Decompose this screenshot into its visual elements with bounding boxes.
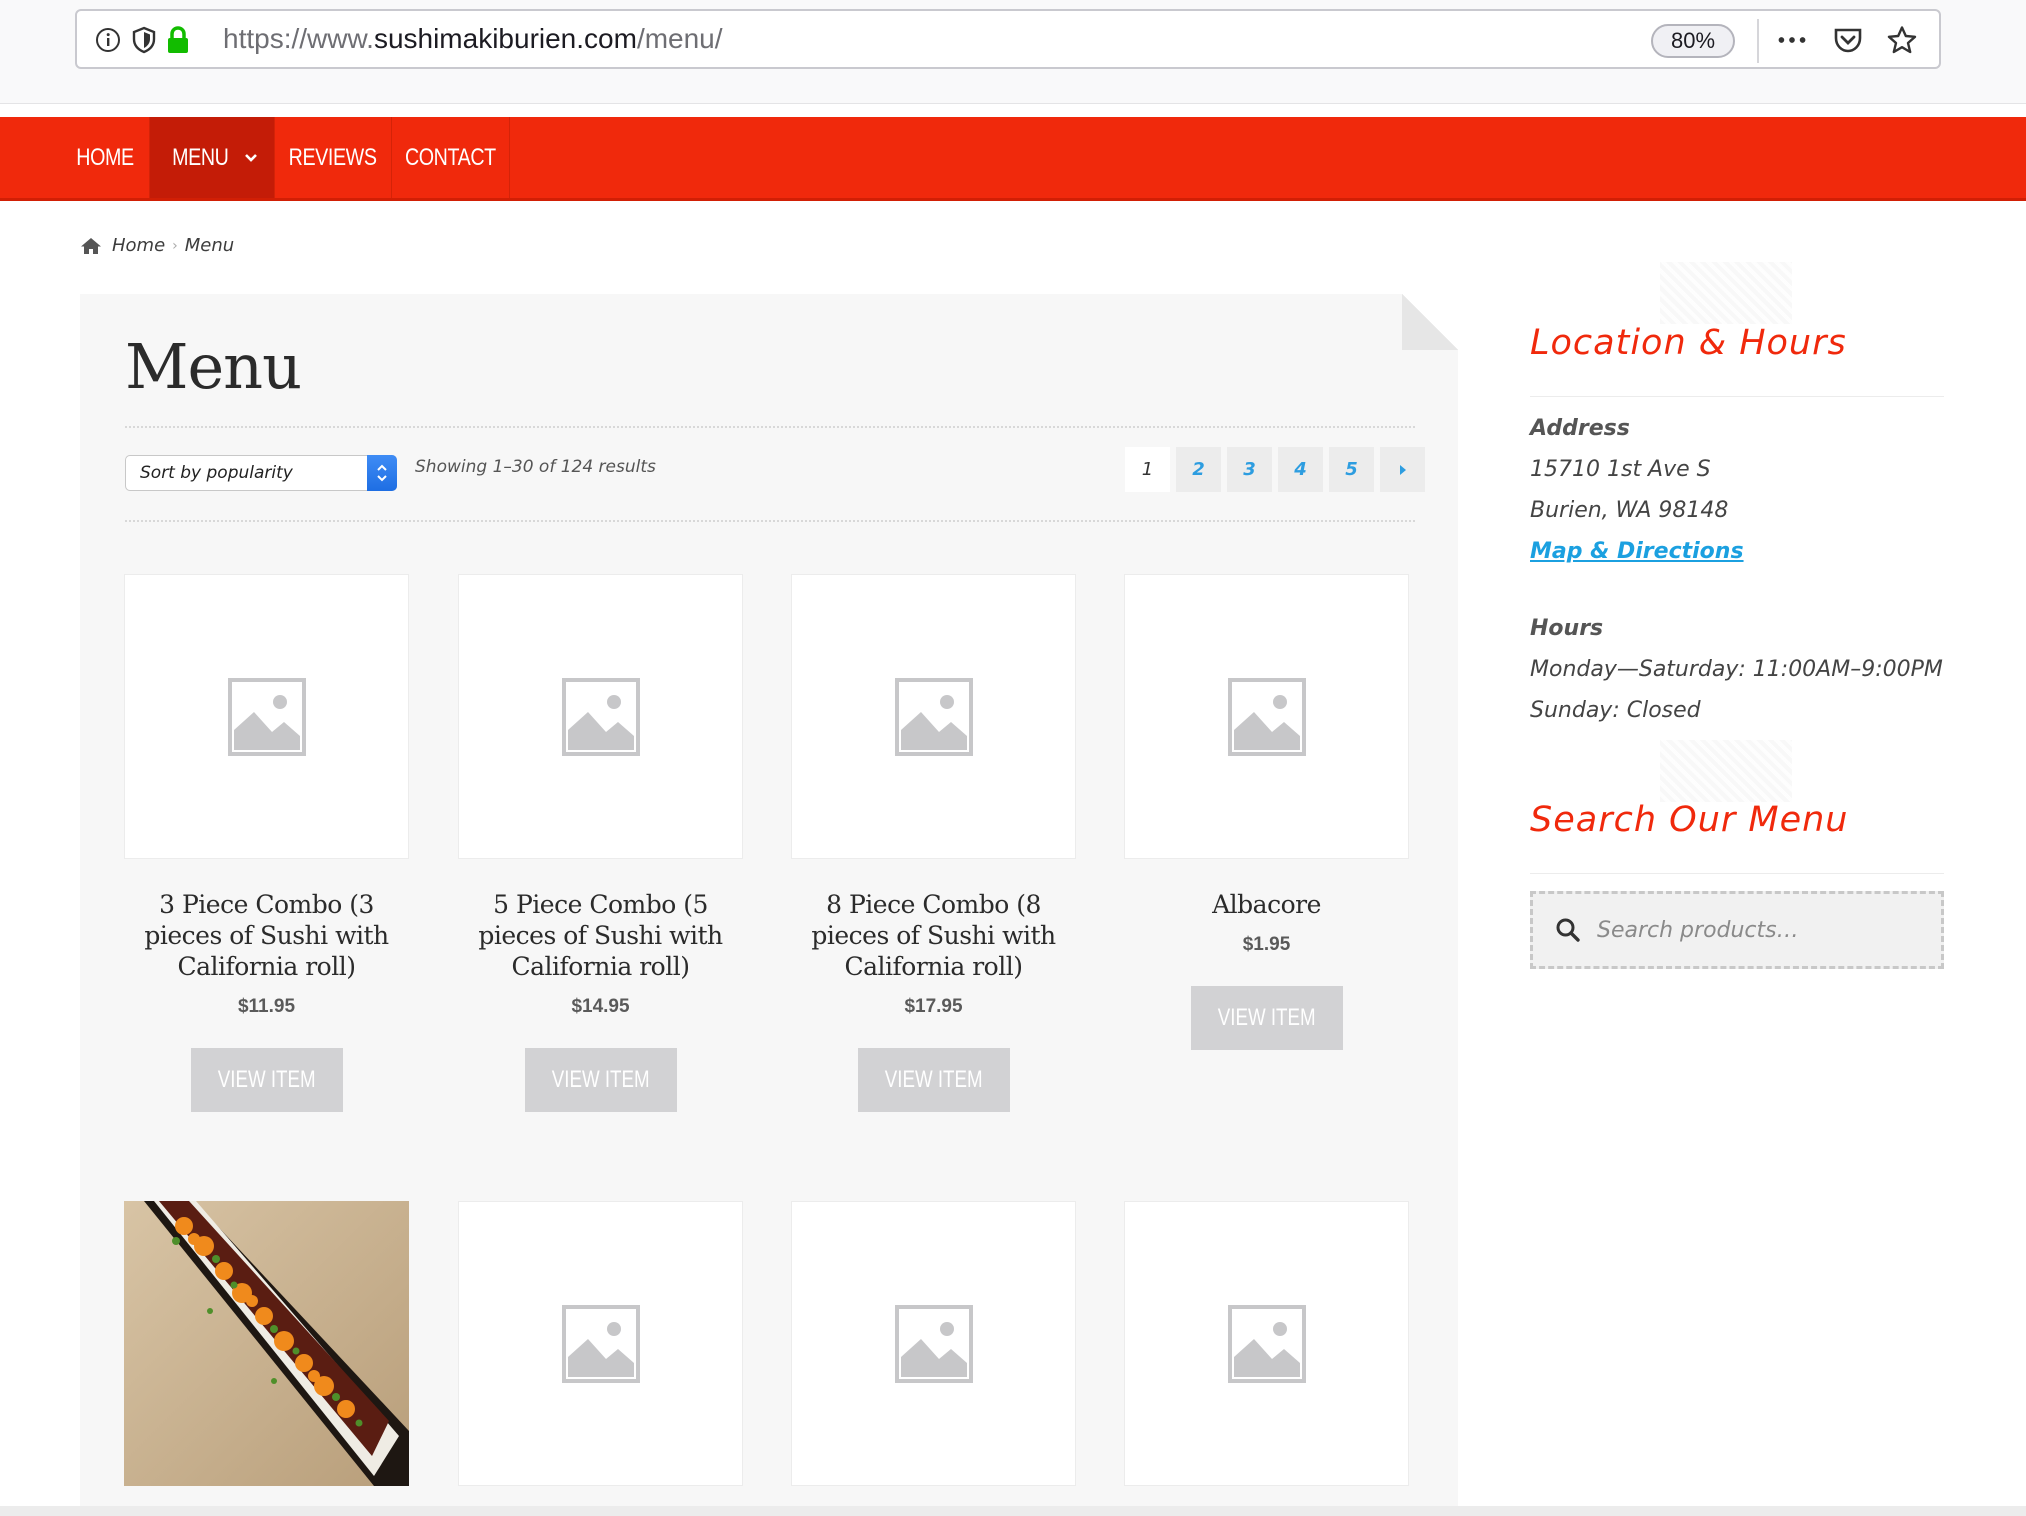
product-thumbnail[interactable] xyxy=(1124,574,1409,859)
search-input[interactable] xyxy=(1597,917,1917,943)
product-thumbnail[interactable] xyxy=(124,574,409,859)
product-name[interactable]: 5 Piece Combo (5 pieces of Sushi with Ca… xyxy=(458,889,743,982)
chevron-down-icon xyxy=(245,153,258,162)
nav-home[interactable]: HOME xyxy=(60,117,150,198)
image-placeholder-icon xyxy=(561,677,640,756)
product-thumbnail[interactable] xyxy=(458,1201,743,1486)
product-search-form xyxy=(1530,891,1944,969)
browser-toolbar: https://www.sushimakiburien.com/menu/ 80… xyxy=(0,0,2026,104)
breadcrumb-separator: › xyxy=(172,237,178,254)
secure-lock-icon[interactable] xyxy=(163,25,193,55)
divider xyxy=(1530,396,1944,397)
product-thumbnail[interactable] xyxy=(1124,1201,1409,1486)
product-card xyxy=(458,1201,743,1486)
zoom-badge[interactable]: 80% xyxy=(1651,24,1735,58)
product-name[interactable]: 8 Piece Combo (8 pieces of Sushi with Ca… xyxy=(791,889,1076,982)
page-5[interactable]: 5 xyxy=(1329,447,1374,492)
view-item-button[interactable]: VIEW ITEM xyxy=(524,1048,677,1112)
arrow-right-icon xyxy=(1399,464,1406,475)
breadcrumb: Home › Menu xyxy=(80,235,234,256)
horizontal-scrollbar[interactable] xyxy=(0,1506,2026,1516)
nav-menu[interactable]: MENU xyxy=(150,117,275,198)
decorative-watermark xyxy=(1660,740,1792,802)
sushi-roll-photo[interactable] xyxy=(124,1201,409,1486)
hours-sunday: Sunday: Closed xyxy=(1530,698,1701,723)
home-icon xyxy=(81,237,101,254)
page-1: 1 xyxy=(1125,447,1170,492)
divider xyxy=(125,520,1415,522)
next-page-button[interactable] xyxy=(1380,447,1425,492)
product-card: 3 Piece Combo (3 pieces of Sushi with Ca… xyxy=(124,574,409,1112)
address-line-1: 15710 1st Ave S xyxy=(1530,457,1711,482)
more-actions-icon[interactable] xyxy=(1777,25,1807,55)
image-placeholder-icon xyxy=(894,1304,973,1383)
map-directions-link[interactable]: Map & Directions xyxy=(1530,539,1744,564)
page-corner-fold xyxy=(1402,294,1458,350)
decorative-watermark xyxy=(1660,262,1792,324)
url-text[interactable]: https://www.sushimakiburien.com/menu/ xyxy=(223,23,723,55)
main-nav: HOME MENU REVIEWS CONTACT xyxy=(0,117,2026,201)
product-thumbnail[interactable] xyxy=(791,574,1076,859)
view-item-button[interactable]: VIEW ITEM xyxy=(857,1048,1010,1112)
image-placeholder-icon xyxy=(894,677,973,756)
product-name[interactable]: Albacore xyxy=(1124,889,1409,920)
location-heading: Location & Hours xyxy=(1530,323,1847,363)
nav-reviews[interactable]: REVIEWS xyxy=(275,117,392,198)
product-card: 5 Piece Combo (5 pieces of Sushi with Ca… xyxy=(458,574,743,1112)
result-count: Showing 1–30 of 124 results xyxy=(415,457,656,477)
hours-weekdays: Monday—Saturday: 11:00AM–9:00PM xyxy=(1530,657,1943,682)
search-icon xyxy=(1556,918,1580,942)
info-icon[interactable] xyxy=(93,25,123,55)
nav-contact[interactable]: CONTACT xyxy=(392,117,510,198)
page-3[interactable]: 3 xyxy=(1227,447,1272,492)
product-thumbnail[interactable] xyxy=(791,1201,1076,1486)
bookmark-star-icon[interactable] xyxy=(1887,25,1917,55)
url-domain: sushimakiburien.com xyxy=(373,23,637,54)
address-label: Address xyxy=(1530,416,1630,441)
image-placeholder-icon xyxy=(561,1304,640,1383)
view-item-button[interactable]: VIEW ITEM xyxy=(190,1048,343,1112)
hours-label: Hours xyxy=(1530,616,1604,641)
image-placeholder-icon xyxy=(227,677,306,756)
image-placeholder-icon xyxy=(1227,1304,1306,1383)
divider xyxy=(125,426,1415,428)
address-line-2: Burien, WA 98148 xyxy=(1530,498,1729,523)
sort-select-value: Sort by popularity xyxy=(140,463,293,483)
product-listing: Menu Sort by popularity Showing 1–30 of … xyxy=(80,294,1458,1516)
product-price: $14.95 xyxy=(571,996,630,1017)
select-arrows-icon xyxy=(367,455,397,491)
image-placeholder-icon xyxy=(1227,677,1306,756)
product-card: Albacore $1.95 VIEW ITEM xyxy=(1124,574,1409,1050)
product-card xyxy=(124,1201,409,1486)
pagination: 1 2 3 4 5 xyxy=(1125,447,1425,492)
page-title: Menu xyxy=(125,330,302,403)
product-price: $11.95 xyxy=(237,996,296,1017)
page-4[interactable]: 4 xyxy=(1278,447,1323,492)
product-thumbnail[interactable] xyxy=(458,574,743,859)
breadcrumb-home[interactable]: Home xyxy=(112,235,165,256)
product-price: $1.95 xyxy=(1242,934,1291,955)
breadcrumb-current: Menu xyxy=(184,235,235,256)
tracking-shield-icon[interactable] xyxy=(129,25,159,55)
product-name[interactable]: 3 Piece Combo (3 pieces of Sushi with Ca… xyxy=(124,889,409,982)
url-path: /menu/ xyxy=(636,23,723,54)
product-price: $17.95 xyxy=(904,996,963,1017)
product-card: 8 Piece Combo (8 pieces of Sushi with Ca… xyxy=(791,574,1076,1112)
product-card xyxy=(791,1201,1076,1486)
divider xyxy=(1530,873,1944,874)
sort-select[interactable]: Sort by popularity xyxy=(125,455,397,491)
search-heading: Search Our Menu xyxy=(1530,800,1849,840)
divider xyxy=(1757,19,1759,63)
page-2[interactable]: 2 xyxy=(1176,447,1221,492)
product-card xyxy=(1124,1201,1409,1486)
address-bar[interactable]: https://www.sushimakiburien.com/menu/ 80… xyxy=(75,9,1941,69)
view-item-button[interactable]: VIEW ITEM xyxy=(1190,986,1343,1050)
pocket-icon[interactable] xyxy=(1833,25,1863,55)
url-prefix: https://www. xyxy=(223,23,374,54)
